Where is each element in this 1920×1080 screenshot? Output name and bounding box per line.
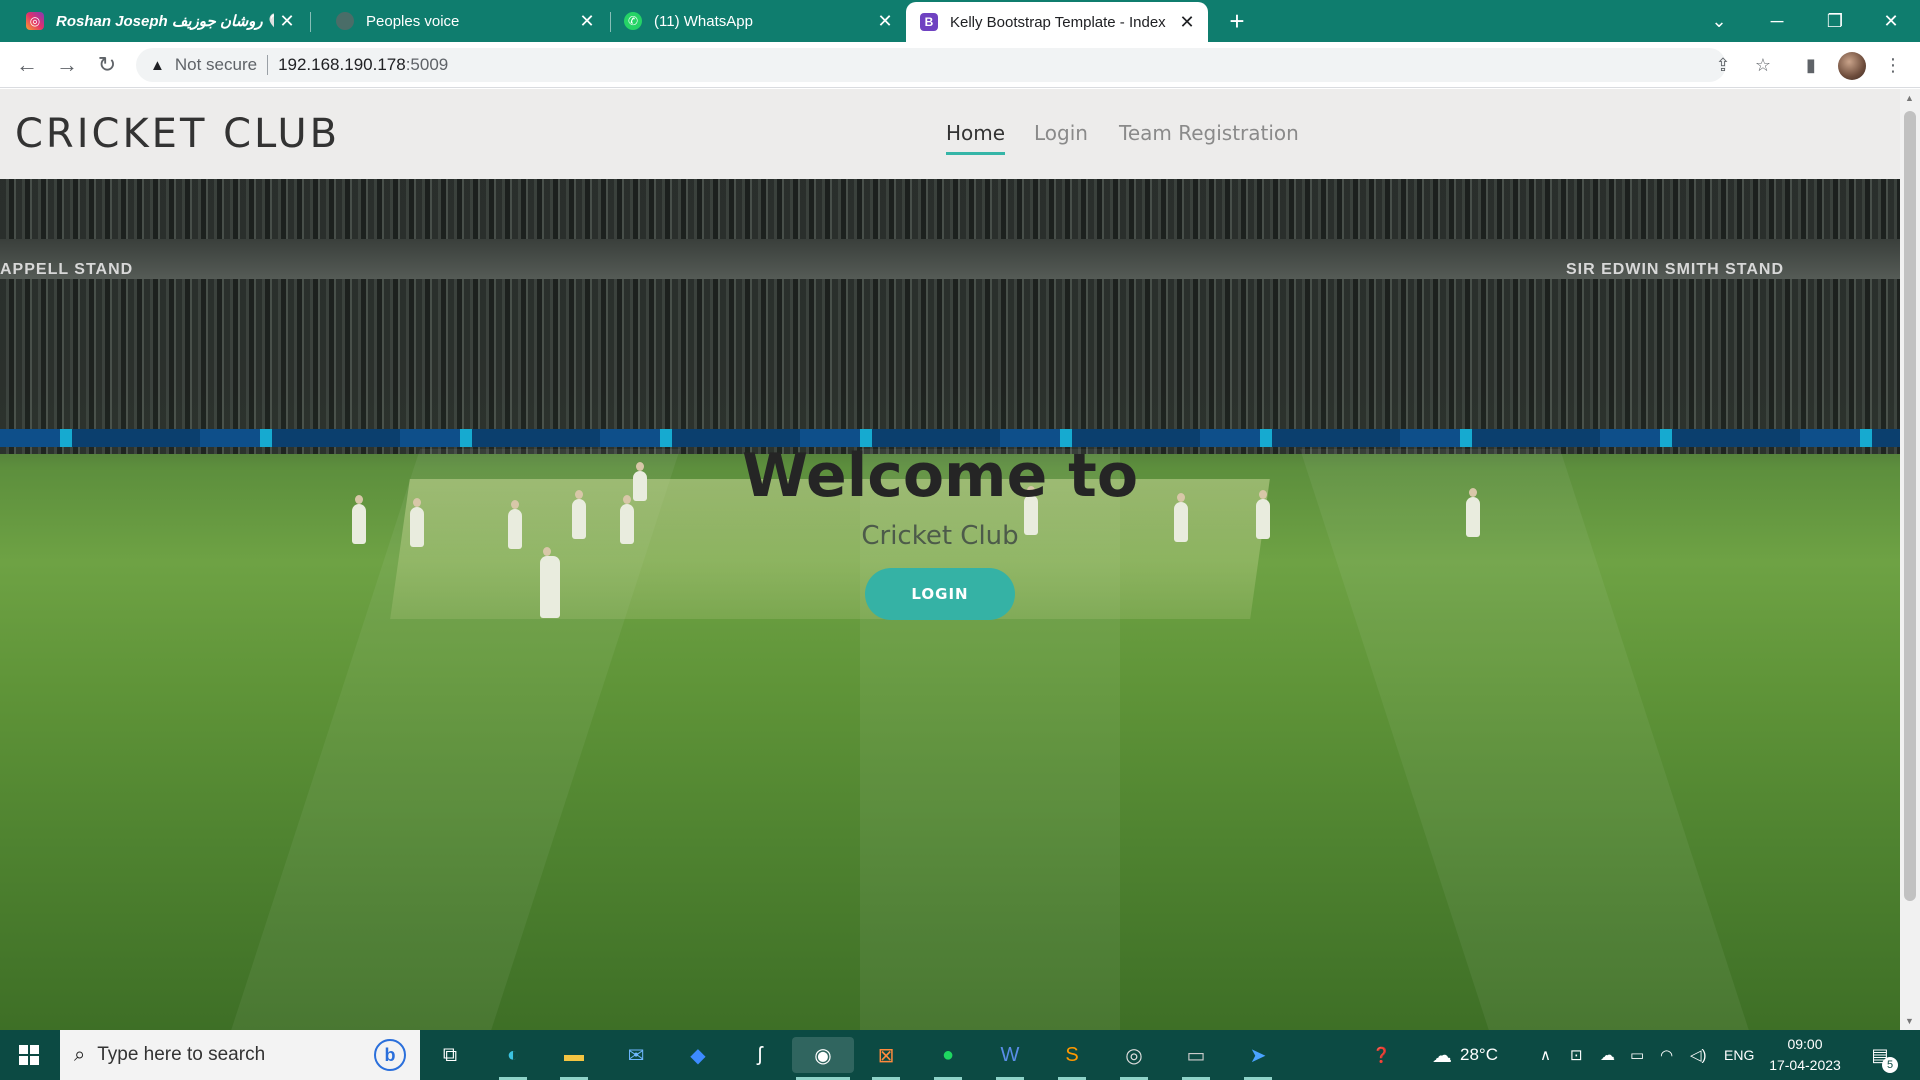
xampp-icon[interactable]: ⊠: [868, 1037, 904, 1080]
battery-icon[interactable]: ▭: [1630, 1030, 1644, 1080]
close-icon[interactable]: ✕: [872, 8, 898, 34]
page-viewport: CRICKET CLUB Home Login Team Registratio…: [0, 89, 1900, 1030]
page-scrollbar[interactable]: ▲ ▼: [1900, 89, 1920, 1030]
site-logo[interactable]: CRICKET CLUB: [15, 111, 340, 157]
browser-tab-strip: ◎ Roshan Joseph روشان جوزيف 🤍 ✕ Peoples …: [0, 0, 1920, 42]
nav-home[interactable]: Home: [946, 121, 1006, 155]
file-explorer-icon[interactable]: ▬: [556, 1037, 592, 1080]
close-icon[interactable]: ✕: [274, 8, 300, 34]
browser-toolbar: ← → ↻ ▲ Not secure 192.168.190.178 :5009…: [0, 42, 1920, 88]
notification-count-badge: 5: [1882, 1057, 1898, 1073]
warning-icon[interactable]: ▲: [150, 57, 165, 74]
tray-overflow-chevron-icon[interactable]: ∧: [1540, 1030, 1551, 1080]
edge-icon[interactable]: ◐: [495, 1037, 531, 1080]
bookmark-star-icon[interactable]: ☆: [1748, 50, 1778, 80]
share-icon[interactable]: ⇪: [1708, 50, 1738, 80]
search-icon: ⌕: [74, 1043, 86, 1066]
bootstrap-icon: B: [920, 13, 938, 31]
back-arrow-icon[interactable]: ←: [12, 50, 42, 80]
divider: [267, 55, 269, 75]
address-bar[interactable]: ▲ Not secure 192.168.190.178 :5009: [136, 48, 1726, 82]
help-icon[interactable]: ❓: [1372, 1030, 1391, 1080]
nav-team-registration[interactable]: Team Registration: [1119, 121, 1299, 145]
scrollbar-thumb[interactable]: [1904, 111, 1916, 901]
language-indicator[interactable]: ENG: [1724, 1030, 1754, 1080]
system-clock[interactable]: 09:00 17-04-2023: [1762, 1034, 1848, 1076]
tab-title: (11) WhatsApp: [654, 12, 753, 30]
nav-login[interactable]: Login: [1034, 121, 1088, 145]
task-view-icon[interactable]: ⧉: [432, 1037, 468, 1073]
terminal-icon[interactable]: ▭: [1178, 1037, 1214, 1080]
new-tab-button[interactable]: +: [1222, 6, 1252, 36]
windows-taskbar: ⌕ Type here to search b ⧉ ◐ ▬ ✉ ◆ ʃ ◉ ⊠ …: [0, 1030, 1920, 1080]
globe-icon: [336, 12, 354, 30]
weather-temp: 28°C: [1460, 1045, 1498, 1064]
close-icon[interactable]: ✕: [1174, 9, 1200, 35]
tab-search-chevron-icon[interactable]: ⌄: [1690, 0, 1748, 42]
weather-widget[interactable]: ☁ 28°C: [1432, 1030, 1498, 1080]
url-host[interactable]: 192.168.190.178: [278, 55, 406, 75]
obs-icon[interactable]: ◎: [1116, 1037, 1152, 1080]
scroll-down-icon[interactable]: ▼: [1905, 1016, 1914, 1026]
hero-login-button[interactable]: LOGIN: [865, 568, 1015, 620]
tab-kelly-bootstrap[interactable]: B Kelly Bootstrap Template - Index ✕: [906, 2, 1208, 42]
spotify-icon[interactable]: ●: [930, 1037, 966, 1080]
dropbox-icon[interactable]: ◆: [680, 1037, 716, 1073]
whatsapp-icon: ✆: [624, 12, 642, 30]
url-port[interactable]: :5009: [406, 55, 449, 75]
hero-section: APPELL STAND SIR EDWIN SMITH STAND Welco…: [0, 179, 1900, 1030]
chrome-icon[interactable]: ◉: [792, 1037, 854, 1080]
tab-title: Kelly Bootstrap Template - Index: [950, 13, 1166, 31]
side-panel-icon[interactable]: ▮: [1796, 50, 1826, 80]
clock-date: 17-04-2023: [1769, 1057, 1841, 1073]
start-button[interactable]: [0, 1030, 58, 1080]
wifi-icon[interactable]: ◠: [1660, 1030, 1673, 1080]
security-label[interactable]: Not secure: [175, 55, 257, 75]
mail-icon[interactable]: ✉: [618, 1037, 654, 1073]
cloud-icon: ☁: [1432, 1044, 1452, 1067]
restore-button[interactable]: ❐: [1806, 0, 1864, 42]
window-close-button[interactable]: ✕: [1862, 0, 1920, 42]
instagram-icon: ◎: [26, 12, 44, 30]
tab-peoples-voice[interactable]: Peoples voice ✕: [310, 0, 608, 42]
sublime-text-icon[interactable]: S: [1054, 1037, 1090, 1080]
taskbar-search[interactable]: ⌕ Type here to search b: [60, 1030, 420, 1080]
hero-title: Welcome to: [741, 441, 1139, 511]
profile-avatar[interactable]: [1838, 52, 1866, 80]
reload-icon[interactable]: ↻: [92, 50, 122, 80]
tab-instagram[interactable]: ◎ Roshan Joseph روشان جوزيف 🤍 ✕: [0, 0, 308, 42]
windows-logo-icon: [19, 1045, 39, 1065]
meet-icon[interactable]: ⊡: [1570, 1030, 1583, 1080]
notification-center-icon[interactable]: ▤ 5: [1866, 1041, 1898, 1073]
tab-title: Peoples voice: [366, 12, 460, 30]
scroll-up-icon[interactable]: ▲: [1905, 93, 1914, 103]
minimize-button[interactable]: ─: [1748, 0, 1806, 42]
close-icon[interactable]: ✕: [574, 8, 600, 34]
search-placeholder[interactable]: Type here to search: [97, 1044, 265, 1066]
hero-subtitle: Cricket Club: [861, 521, 1019, 551]
onedrive-icon[interactable]: ☁: [1600, 1030, 1615, 1080]
word-icon[interactable]: W: [992, 1037, 1028, 1080]
more-menu-icon[interactable]: ⋮: [1878, 50, 1908, 80]
hero-content: Welcome to Cricket Club LOGIN: [0, 179, 1900, 1030]
tab-whatsapp[interactable]: ✆ (11) WhatsApp ✕: [598, 0, 906, 42]
app-arrow-icon[interactable]: ➤: [1240, 1037, 1276, 1080]
app-s-icon[interactable]: ʃ: [742, 1037, 778, 1073]
site-header: CRICKET CLUB Home Login Team Registratio…: [0, 89, 1900, 179]
volume-icon[interactable]: ◁): [1690, 1030, 1707, 1080]
forward-arrow-icon[interactable]: →: [52, 50, 82, 80]
bing-icon[interactable]: b: [374, 1039, 406, 1071]
clock-time: 09:00: [1787, 1036, 1823, 1052]
tab-title: Roshan Joseph روشان جوزيف 🤍: [56, 13, 274, 30]
